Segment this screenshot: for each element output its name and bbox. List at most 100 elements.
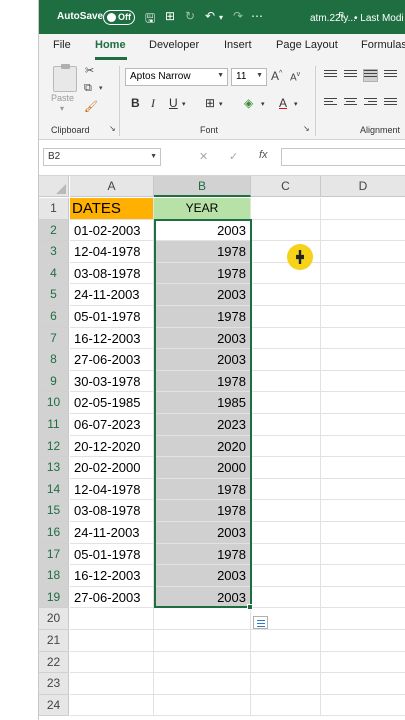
cell-empty[interactable] <box>251 694 321 717</box>
row-header[interactable]: 23 <box>39 673 69 695</box>
align-right-icon[interactable] <box>364 98 377 109</box>
cell-date[interactable]: 01-02-2003 <box>70 219 154 242</box>
row-header[interactable]: 9 <box>39 370 69 393</box>
undo-dropdown-icon[interactable]: ▾ <box>219 13 223 22</box>
tab-insert[interactable]: Insert <box>224 39 252 51</box>
quick-analysis-icon[interactable] <box>253 616 268 629</box>
cell-empty[interactable] <box>251 349 321 371</box>
cell-year[interactable] <box>154 608 251 630</box>
cell-year[interactable] <box>154 630 251 652</box>
italic-button[interactable]: I <box>151 96 155 111</box>
column-header-b[interactable]: B <box>154 176 251 197</box>
cell-year[interactable]: 1978 <box>154 262 251 285</box>
cell-year[interactable]: 2003 <box>154 349 251 371</box>
cell-empty[interactable] <box>251 284 321 306</box>
row-header[interactable]: 2 <box>39 219 69 242</box>
cell-empty[interactable] <box>251 198 321 220</box>
borders-dropdown-icon[interactable]: ▾ <box>219 100 223 108</box>
cell-empty[interactable] <box>251 457 321 479</box>
cell-empty[interactable] <box>251 543 321 566</box>
cell-empty[interactable] <box>251 306 321 328</box>
cell-year[interactable]: 1978 <box>154 241 251 263</box>
row-header[interactable]: 19 <box>39 586 69 609</box>
bold-button[interactable]: B <box>131 96 140 110</box>
row-header[interactable]: 24 <box>39 694 69 717</box>
cell-empty[interactable] <box>251 630 321 652</box>
row-header[interactable]: 13 <box>39 457 69 479</box>
cell-date[interactable]: 12-04-1978 <box>70 241 154 263</box>
cell-year[interactable]: 1978 <box>154 543 251 566</box>
cell-empty[interactable] <box>321 392 405 414</box>
format-painter-icon[interactable]: 🖌 <box>84 100 98 113</box>
more-icon[interactable]: ⋯ <box>251 9 263 23</box>
underline-dropdown-icon[interactable]: ▾ <box>182 100 186 108</box>
table-icon[interactable]: ⊞ <box>165 9 175 23</box>
save-icon[interactable]: 🖫 <box>145 9 155 30</box>
cell-year[interactable]: 2020 <box>154 435 251 458</box>
copy-dropdown-icon[interactable]: ▾ <box>99 84 103 92</box>
cell-empty[interactable] <box>251 414 321 436</box>
cell-empty[interactable] <box>321 500 405 522</box>
column-header-a[interactable]: A <box>70 176 154 197</box>
tab-developer[interactable]: Developer <box>149 39 199 51</box>
last-modified[interactable]: • Last Modi <box>354 13 404 24</box>
font-color-button[interactable]: A <box>279 96 287 110</box>
cell-date[interactable]: 27-06-2003 <box>70 349 154 371</box>
indent-icon[interactable] <box>384 98 397 109</box>
insert-function-button[interactable]: fx <box>259 149 268 161</box>
cell-date[interactable]: 03-08-1978 <box>70 262 154 285</box>
row-header[interactable]: 14 <box>39 478 69 501</box>
cell-empty[interactable] <box>321 587 405 609</box>
cell-empty[interactable] <box>321 630 405 652</box>
row-header[interactable]: 20 <box>39 608 69 630</box>
align-bottom-icon[interactable] <box>363 69 378 82</box>
name-box[interactable]: B2 ▼ <box>43 148 161 166</box>
cell-date[interactable]: 02-05-1985 <box>70 392 154 414</box>
formula-input[interactable] <box>281 148 405 166</box>
cell-empty[interactable] <box>321 349 405 371</box>
row-header[interactable]: 8 <box>39 349 69 371</box>
cell-empty[interactable] <box>321 306 405 328</box>
cell-year[interactable]: 1985 <box>154 392 251 414</box>
cell-date[interactable]: 12-04-1978 <box>70 478 154 501</box>
undo-icon[interactable]: ↶ <box>205 9 215 23</box>
cell-date[interactable] <box>70 673 154 695</box>
cell-year[interactable]: 2023 <box>154 414 251 436</box>
cell-year[interactable]: 2000 <box>154 457 251 479</box>
cell-empty[interactable] <box>251 370 321 393</box>
cell-date[interactable]: 20-12-2020 <box>70 435 154 458</box>
paste-icon[interactable] <box>53 64 77 92</box>
row-header[interactable]: 4 <box>39 262 69 285</box>
cell-empty[interactable] <box>251 522 321 544</box>
cell-date[interactable] <box>70 651 154 674</box>
fill-color-icon[interactable]: ◈ <box>244 96 253 110</box>
row-header[interactable]: 3 <box>39 241 69 263</box>
shrink-font-button[interactable]: Av <box>290 71 300 83</box>
fill-color-dropdown-icon[interactable]: ▾ <box>261 100 265 108</box>
paste-label[interactable]: Paste <box>51 93 74 103</box>
cell-empty[interactable] <box>251 586 321 609</box>
cell-empty[interactable] <box>251 435 321 458</box>
copy-icon[interactable]: ⧉ <box>84 82 92 95</box>
cell-year[interactable]: 1978 <box>154 306 251 328</box>
cell-year[interactable] <box>154 651 251 674</box>
cell-empty[interactable] <box>321 241 405 263</box>
column-header-c[interactable]: C <box>251 176 321 197</box>
cell-year[interactable]: 2003 <box>154 327 251 350</box>
cell-empty[interactable] <box>321 284 405 306</box>
row-header[interactable]: 22 <box>39 651 69 674</box>
cell-empty[interactable] <box>251 219 321 242</box>
row-header[interactable]: 10 <box>39 392 69 414</box>
cell-date[interactable] <box>70 694 154 717</box>
tab-home[interactable]: Home <box>95 39 126 51</box>
align-top-icon[interactable] <box>324 70 337 81</box>
cell-date[interactable]: 20-02-2000 <box>70 457 154 479</box>
cell-b1-header[interactable]: YEAR <box>154 198 251 220</box>
cell-empty[interactable] <box>321 673 405 695</box>
cell-empty[interactable] <box>321 414 405 436</box>
row-header[interactable]: 11 <box>39 414 69 436</box>
cell-year[interactable]: 2003 <box>154 522 251 544</box>
enter-icon[interactable]: ✓ <box>229 150 238 163</box>
cell-year[interactable] <box>154 673 251 695</box>
cell-date[interactable]: 30-03-1978 <box>70 370 154 393</box>
